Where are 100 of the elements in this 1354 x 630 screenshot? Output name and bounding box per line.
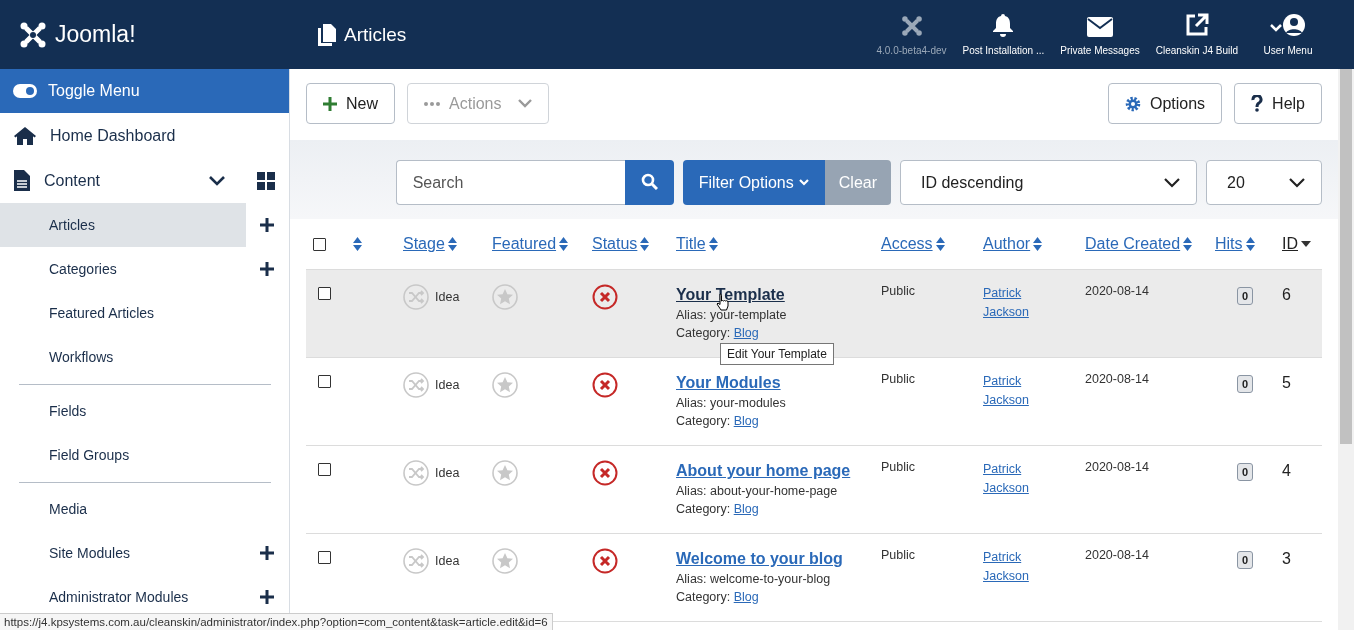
column-header[interactable]: Featured (492, 235, 569, 253)
options-button[interactable]: Options (1107, 83, 1223, 124)
id-text: 4 (1282, 461, 1291, 480)
alias-text: Alias: welcome-to-your-blog (676, 572, 831, 586)
submenu-item[interactable]: Categories (0, 247, 246, 291)
submenu-item[interactable]: Fields (0, 389, 246, 433)
unpublished-icon[interactable] (592, 460, 618, 486)
sidebar-item[interactable]: Home Dashboard (0, 113, 289, 158)
sidebar-item[interactable]: Content (44, 171, 195, 190)
category-label: Category: (676, 414, 731, 428)
filter-options-button[interactable]: Filter Options (682, 160, 825, 205)
column-header[interactable]: ID (1282, 235, 1311, 253)
header-menu-item[interactable]: User Menu (1246, 13, 1330, 56)
chevron-down-icon (1164, 177, 1180, 188)
author-link[interactable]: Patrick Jackson (983, 284, 1043, 322)
search-icon (640, 172, 658, 190)
plus-icon (323, 96, 337, 111)
id-text: 6 (1282, 285, 1291, 304)
alias-text: Alias: about-your-home-page (676, 484, 838, 498)
author-link[interactable]: Patrick Jackson (983, 372, 1043, 410)
row-checkbox[interactable] (318, 287, 331, 300)
toggle-menu-button[interactable]: Toggle Menu (0, 69, 289, 113)
joomla-logo-icon (19, 20, 47, 49)
unpublished-icon[interactable] (592, 548, 618, 574)
alias-text: Alias: your-template (676, 308, 787, 322)
help-button[interactable]: Help (1234, 83, 1322, 124)
search-field[interactable]: Search (395, 160, 625, 205)
url-status-tooltip: https://j4.kpsystems.com.au/cleanskin/administrator/index.php?option=com_content&task=article.edit&id=6 (0, 613, 553, 630)
row-checkbox[interactable] (318, 375, 331, 388)
bell-icon (992, 13, 1015, 37)
header-menu-item[interactable]: Private Messages (1052, 17, 1148, 56)
column-header[interactable]: Status (592, 235, 650, 253)
chevron-down-icon (518, 99, 533, 108)
stage-text: Idea (435, 554, 460, 568)
access-text: Public (881, 548, 916, 562)
chevron-down-icon (1289, 177, 1305, 188)
submenu-item[interactable]: Workflows (0, 335, 246, 379)
article-title-link[interactable]: About your home page (676, 462, 851, 480)
sort-icon (708, 237, 718, 251)
plus-icon[interactable] (260, 262, 274, 276)
hits-badge: 0 (1236, 551, 1254, 569)
unpublished-icon[interactable] (592, 284, 618, 310)
submenu-item[interactable]: Media (0, 487, 246, 531)
author-link[interactable]: Patrick Jackson (983, 460, 1043, 498)
article-title-link[interactable]: Welcome to your blog (676, 550, 843, 568)
access-text: Public (881, 284, 916, 298)
submenu-item[interactable]: Site Modules (0, 531, 246, 575)
scrollbar[interactable] (1338, 69, 1354, 630)
documents-icon (316, 22, 338, 47)
hits-badge: 0 (1236, 287, 1254, 305)
stage-text: Idea (435, 466, 460, 480)
access-text: Public (881, 372, 916, 386)
column-header[interactable]: Access (881, 235, 945, 253)
logo-text[interactable]: Joomla! (55, 21, 136, 48)
limit-select[interactable]: 20 (1206, 160, 1322, 205)
external-link-icon (1184, 13, 1209, 37)
column-header[interactable]: Hits (1215, 235, 1255, 253)
sort-icon[interactable] (353, 237, 362, 251)
plus-icon[interactable] (260, 546, 274, 560)
tooltip: Edit Your Template (720, 343, 834, 365)
caret-down-icon (1301, 241, 1311, 247)
row-checkbox[interactable] (318, 463, 331, 476)
unpublished-icon[interactable] (592, 372, 618, 398)
column-header[interactable]: Stage (403, 235, 457, 253)
column-header[interactable]: Author (983, 235, 1043, 253)
header-menu-item[interactable]: Post Installation ... (954, 13, 1053, 56)
author-link[interactable]: Patrick Jackson (983, 548, 1043, 586)
select-all-checkbox[interactable] (313, 237, 326, 251)
submenu-item[interactable]: Field Groups (0, 433, 246, 477)
joomla-logo-icon (900, 15, 923, 37)
header-menu-item[interactable]: 4.0.0-beta4-dev (868, 15, 955, 56)
id-text: 5 (1282, 373, 1291, 392)
category-link[interactable]: Blog (733, 414, 759, 428)
ellipsis-icon (424, 101, 440, 106)
hits-badge: 0 (1236, 375, 1254, 393)
home-icon (14, 125, 36, 146)
article-title-link[interactable]: Your Template (676, 286, 785, 304)
header-menu-item[interactable]: Cleanskin J4 Build (1147, 13, 1246, 56)
category-link[interactable]: Blog (733, 502, 759, 516)
plus-icon[interactable] (260, 590, 274, 604)
plus-icon[interactable] (260, 218, 274, 232)
category-link[interactable]: Blog (733, 326, 759, 340)
stage-text: Idea (435, 378, 460, 392)
gear-icon (1124, 95, 1141, 112)
search-button[interactable] (624, 160, 674, 205)
access-text: Public (881, 460, 916, 474)
sort-icon (1183, 237, 1193, 251)
submenu-item[interactable]: Articles (0, 203, 246, 247)
submenu-item[interactable]: Featured Articles (0, 291, 246, 335)
row-checkbox[interactable] (318, 551, 331, 564)
column-header[interactable]: Title (676, 235, 718, 253)
category-label: Category: (676, 326, 731, 340)
ordering-select[interactable]: ID descending (900, 160, 1197, 205)
chevron-down-icon[interactable] (209, 175, 225, 186)
new-button[interactable]: New (306, 83, 395, 124)
dashboard-grid-icon[interactable] (257, 171, 275, 190)
article-title-link[interactable]: Your Modules (676, 374, 781, 392)
sort-icon (935, 237, 945, 251)
category-link[interactable]: Blog (733, 590, 759, 604)
column-header[interactable]: Date Created (1085, 235, 1193, 253)
